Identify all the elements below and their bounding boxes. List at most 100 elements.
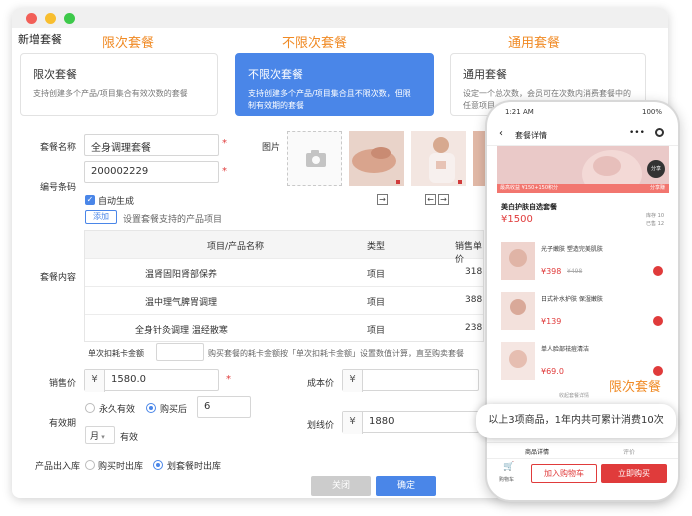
image-upload-placeholder[interactable] (287, 131, 342, 186)
promo-label: 限次套餐 (609, 380, 662, 395)
header-type: 类型 (367, 242, 386, 252)
package-title: 美白护肤自选套餐 (501, 203, 557, 211)
currency-prefix: ¥ (343, 412, 363, 434)
add-item-icon[interactable] (653, 366, 663, 376)
list-item[interactable]: 日式补水护肤 保湿嫩肤 ¥139 (497, 290, 669, 338)
sale-price-value: 1580.0 (111, 374, 146, 385)
item-price: ¥69.0 (541, 367, 564, 376)
card-limited-package[interactable]: 限次套餐 支持创建多个产品/项目集合有效次数的套餐 (20, 53, 218, 116)
package-name-input[interactable]: 全身调理套餐 (84, 134, 219, 156)
item-thumb (501, 342, 535, 380)
minimize-window-dot[interactable] (45, 13, 56, 24)
nav-title: 套餐详情 (515, 131, 547, 140)
validity-after-label: 购买后 (160, 405, 188, 415)
auto-generate-checkbox[interactable]: ✓ (85, 195, 95, 205)
close-button[interactable]: 关闭 (311, 476, 371, 496)
package-photo-partial[interactable] (473, 131, 485, 186)
usage-tooltip: 以上3项商品，1年内共可累计消费10次 (476, 404, 676, 438)
row-type: 项目 (367, 298, 386, 308)
package-photo-spa[interactable] (411, 131, 466, 186)
strike-price-input[interactable]: ¥ 1880 (342, 411, 479, 434)
code-input[interactable]: 200002229 (84, 161, 219, 183)
row-price: 388 (465, 295, 483, 305)
buy-now-button[interactable]: 立即购买 (601, 464, 667, 483)
row-price: 318 (465, 267, 483, 277)
item-old-price: ¥498 (567, 268, 583, 275)
table-row[interactable]: 全身针灸调理 温经散寒 项目 238 (85, 315, 483, 343)
status-battery: 100% (641, 108, 662, 116)
validity-forever-radio[interactable] (85, 403, 95, 413)
tab-reviews[interactable]: 评价 (623, 447, 635, 456)
stock-left: 库存 10 (646, 213, 664, 219)
item-image (501, 292, 535, 330)
more-icon[interactable]: ••• (629, 128, 645, 138)
currency-prefix: ¥ (343, 370, 363, 392)
required-mark: * (226, 374, 231, 385)
sale-price-input[interactable]: ¥ 1580.0 (84, 369, 219, 392)
category-label-general: 通用套餐 (508, 36, 561, 51)
card-unlimited-package[interactable]: 不限次套餐 支持创建多个产品/项目集合且不限次数，但限 制有效期的套餐 (235, 53, 434, 116)
cost-price-input[interactable]: ¥ (342, 369, 479, 392)
single-deduct-label: 单次扣耗卡金额 (88, 349, 144, 358)
add-item-button[interactable]: 添加 (85, 210, 117, 224)
validity-label: 有效期 (48, 419, 76, 429)
row-price: 238 (465, 323, 483, 333)
confirm-button[interactable]: 确定 (376, 476, 436, 496)
currency-prefix: ¥ (85, 370, 105, 392)
table-header-row: 项目/产品名称 类型 销售单价 (85, 231, 483, 265)
item-image (501, 342, 535, 380)
table-row[interactable]: 温中理气脾胃调理 项目 388 (85, 287, 483, 315)
package-price: ¥1500 (501, 214, 533, 225)
auto-generate-label: 自动生成 (98, 197, 135, 207)
move-right-icon[interactable]: → (377, 194, 388, 205)
camera-icon (306, 150, 326, 167)
cart-icon[interactable]: 🛒 (503, 462, 514, 472)
row-name: 温肾固阳肾部保养 (145, 270, 218, 280)
row-name: 全身针灸调理 温经散寒 (135, 326, 228, 336)
move-right-icon[interactable]: → (438, 194, 449, 205)
status-time: 1:21 AM (505, 108, 534, 116)
table-row[interactable]: 温肾固阳肾部保养 项目 318 (85, 259, 483, 287)
add-item-icon[interactable] (653, 316, 663, 326)
add-item-icon[interactable] (653, 266, 663, 276)
share-earn-badge[interactable]: 分享赚 (650, 184, 665, 193)
item-price: ¥398 (541, 267, 562, 276)
stock-on-deduct-radio[interactable] (153, 460, 163, 470)
item-name: 光子嫩肤 塑造完美肌肤 (541, 246, 603, 253)
validity-suffix: 有效 (120, 433, 139, 443)
content-label: 套餐内容 (39, 273, 76, 283)
validity-after-radio[interactable] (146, 403, 156, 413)
partial-image (473, 131, 485, 186)
row-type: 项目 (367, 270, 386, 280)
phone-nav-bar: ‹ 套餐详情 ••• (487, 124, 678, 146)
move-left-icon[interactable]: ← (425, 194, 436, 205)
maximize-window-dot[interactable] (64, 13, 75, 24)
collapse-detail[interactable]: 收起套餐详情 (559, 392, 589, 399)
cart-label: 购物车 (499, 477, 515, 483)
add-item-hint: 设置套餐支持的产品项目 (123, 215, 223, 225)
image-label: 图片 (261, 143, 280, 153)
back-icon[interactable]: ‹ (499, 128, 503, 139)
item-thumb (501, 242, 535, 280)
validity-number-input[interactable]: 6 (197, 396, 251, 418)
close-window-dot[interactable] (26, 13, 37, 24)
card-desc-line-2: 制有效期的套餐 (248, 101, 304, 110)
single-deduct-hint: 购买套餐的耗卡金额按「单次扣耗卡金额」设置数值计算，直至购卖套餐 (208, 349, 464, 358)
phone-bottom-bar: 🛒 购物车 加入购物车 立即购买 (487, 458, 678, 488)
phone-status-bar: 1:21 AM 100% (487, 108, 678, 120)
row-name: 温中理气脾胃调理 (145, 298, 218, 308)
strike-price-value: 1880 (369, 416, 395, 427)
massage-image (349, 131, 404, 186)
validity-forever-label: 永久有效 (99, 405, 136, 415)
stock-on-buy-radio[interactable] (85, 460, 95, 470)
add-to-cart-button[interactable]: 加入购物车 (531, 464, 597, 483)
single-deduct-input[interactable] (156, 343, 204, 361)
share-badge[interactable]: 分享 (647, 160, 665, 178)
window-title: 新增套餐 (18, 33, 62, 46)
target-icon[interactable] (655, 128, 664, 137)
package-photo-massage[interactable] (349, 131, 404, 186)
validity-unit-select[interactable]: 月 ▾ (85, 426, 115, 444)
row-type: 项目 (367, 326, 386, 336)
tab-detail[interactable]: 商品详情 (525, 447, 549, 456)
list-item[interactable]: 光子嫩肤 塑造完美肌肤 ¥398 ¥498 (497, 240, 669, 288)
